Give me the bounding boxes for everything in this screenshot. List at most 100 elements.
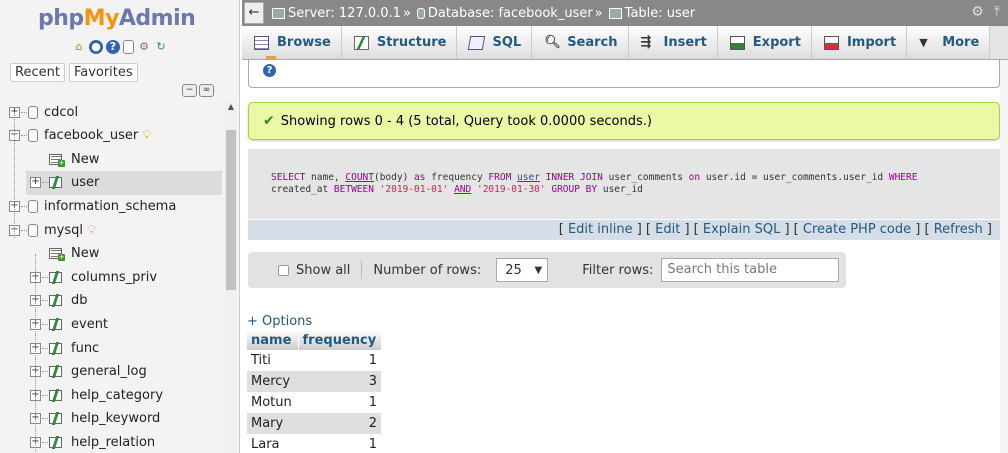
tree-table[interactable]: + db bbox=[30, 289, 88, 313]
tree-table[interactable]: + columns_priv bbox=[30, 265, 157, 289]
box-top-icon bbox=[266, 56, 276, 60]
database-icon bbox=[28, 223, 38, 237]
tree-item-label: New bbox=[71, 151, 100, 167]
show-all-label[interactable]: Show all bbox=[296, 263, 350, 278]
tab-insert-label: Insert bbox=[663, 35, 707, 50]
tab-export[interactable]: Export bbox=[717, 26, 812, 59]
table-row[interactable]: Motun 1 bbox=[247, 392, 381, 413]
gear-icon[interactable]: ⚙ bbox=[971, 4, 984, 20]
cell-name: Lara bbox=[247, 434, 298, 453]
tab-structure[interactable]: Structure bbox=[341, 26, 458, 59]
sql-action-links: [ Edit inline ] [ Edit ] [ Explain SQL ]… bbox=[248, 220, 1000, 240]
table-icon bbox=[49, 341, 65, 355]
table-row[interactable]: Titi 1 bbox=[247, 350, 381, 371]
tab-more[interactable]: ▼ More bbox=[907, 26, 991, 59]
tree-table[interactable]: + user bbox=[26, 170, 222, 195]
scroll-thumb[interactable] bbox=[226, 130, 236, 290]
tree-table[interactable]: + event bbox=[30, 312, 108, 336]
exit-icon[interactable]: ● bbox=[89, 40, 103, 54]
database-icon bbox=[28, 199, 38, 213]
tree-item-label: help_category bbox=[71, 387, 164, 403]
content-scrollbar[interactable] bbox=[1000, 60, 1008, 453]
cell-frequency: 1 bbox=[298, 350, 381, 371]
lightbulb-icon: 💡︎ bbox=[87, 222, 97, 238]
settings-icon[interactable]: ⚙ bbox=[137, 40, 151, 54]
tree-new-item[interactable]: + New bbox=[30, 242, 99, 266]
tree-database[interactable]: + information_schema bbox=[9, 194, 176, 218]
help-icon[interactable]: ? bbox=[106, 40, 120, 54]
tree-item-label: columns_priv bbox=[71, 269, 158, 285]
breadcrumb-server[interactable]: Server: 127.0.0.1 bbox=[268, 6, 401, 21]
tree-item-label: func bbox=[71, 340, 100, 356]
tree-database[interactable]: + cdcol bbox=[9, 100, 78, 124]
results-table: name frequency Titi 1 Mercy 3 Motun 1 Mary 2 Lar… bbox=[247, 330, 382, 453]
show-all-checkbox[interactable] bbox=[278, 264, 289, 276]
explain-sql-link[interactable]: Explain SQL bbox=[703, 222, 780, 237]
success-message: ✔ Showing rows 0 - 4 (5 total, Query too… bbox=[248, 102, 1000, 140]
collapse-up-icon[interactable]: ⤒ bbox=[994, 4, 1000, 20]
rows-label: Number of rows: bbox=[373, 262, 482, 278]
tree-item-label: mysql bbox=[44, 222, 83, 238]
favorites-tab[interactable]: Favorites bbox=[68, 63, 138, 82]
breadcrumb-table[interactable]: Table: user bbox=[605, 6, 695, 21]
table-row[interactable]: Lara 1 bbox=[247, 434, 381, 453]
main-content: ? ✔ Showing rows 0 - 4 (5 total, Query t… bbox=[242, 56, 1008, 453]
home-icon[interactable]: ⌂ bbox=[72, 40, 86, 54]
create-php-code-link[interactable]: Create PHP code bbox=[803, 222, 911, 237]
collapse-nav-button[interactable]: ← bbox=[244, 2, 264, 24]
table-header-row: name frequency bbox=[247, 330, 382, 350]
browse-icon bbox=[254, 35, 269, 50]
chevron-down-icon: ▼ bbox=[534, 264, 543, 276]
link-with-main-button[interactable]: ∞ bbox=[199, 84, 214, 97]
breadcrumb-server-label: Server: 127.0.0.1 bbox=[288, 5, 401, 21]
options-link[interactable]: + Options bbox=[247, 314, 312, 329]
tree-connector bbox=[21, 229, 27, 231]
tree-table[interactable]: + help_keyword bbox=[30, 407, 160, 431]
cell-frequency: 3 bbox=[298, 371, 381, 392]
nav-scrollbar[interactable]: ▲ bbox=[225, 100, 237, 453]
edit-link[interactable]: Edit bbox=[655, 222, 680, 237]
logo-my: My bbox=[83, 6, 120, 31]
reload-icon[interactable]: ↻ bbox=[154, 40, 168, 54]
tab-browse[interactable]: Browse bbox=[242, 26, 342, 59]
tab-sql[interactable]: SQL bbox=[457, 26, 533, 59]
rows-select[interactable]: 25 ▼ bbox=[496, 258, 549, 282]
table-icon bbox=[49, 270, 65, 284]
tree-table[interactable]: + help_relation bbox=[30, 430, 155, 453]
tree-table[interactable]: + help_category bbox=[30, 383, 163, 407]
tree-item-label: cdcol bbox=[44, 104, 79, 120]
tree-new-item[interactable]: + New bbox=[30, 147, 99, 171]
navigation-panel: phpMyAdmin ⌂ ● ? ⚙ ↻ Recent Favorites − … bbox=[0, 0, 240, 453]
edit-inline-link[interactable]: Edit inline bbox=[568, 222, 633, 237]
expand-icon[interactable]: + bbox=[30, 177, 41, 189]
docs-icon[interactable] bbox=[123, 40, 134, 54]
tab-search[interactable]: 🔍︎ Search bbox=[532, 26, 629, 59]
phpmyadmin-logo[interactable]: phpMyAdmin bbox=[38, 6, 196, 31]
tree-table[interactable]: + func bbox=[30, 336, 99, 360]
nav-tabs: Recent Favorites bbox=[10, 63, 138, 82]
refresh-link[interactable]: Refresh bbox=[934, 222, 983, 237]
recent-tab[interactable]: Recent bbox=[10, 63, 65, 82]
tree-database[interactable]: − facebook_user 💡︎ bbox=[9, 124, 151, 148]
sql-query[interactable]: SELECT name, COUNT(body) as frequency FR… bbox=[271, 172, 971, 196]
scroll-up-icon[interactable]: ▲ bbox=[225, 102, 237, 111]
tab-export-label: Export bbox=[752, 35, 801, 50]
tree-table[interactable]: + general_log bbox=[30, 360, 147, 384]
tree-item-label: help_relation bbox=[71, 434, 156, 450]
column-header-frequency[interactable]: frequency bbox=[298, 330, 382, 350]
cell-frequency: 1 bbox=[298, 392, 381, 413]
tab-insert[interactable]: ⇶ Insert bbox=[628, 26, 718, 59]
column-header-name[interactable]: name bbox=[247, 330, 299, 350]
search-icon: 🔍︎ bbox=[544, 34, 561, 50]
tab-import[interactable]: Import bbox=[811, 26, 908, 59]
tree-database[interactable]: − mysql 💡︎ bbox=[9, 218, 96, 242]
table-row[interactable]: Mercy 3 bbox=[247, 371, 381, 392]
breadcrumb-database[interactable]: Database: facebook_user bbox=[413, 6, 593, 21]
tab-more-label: More bbox=[942, 35, 980, 50]
collapse-all-button[interactable]: − bbox=[182, 84, 197, 97]
breadcrumb-database-label: Database: facebook_user bbox=[427, 5, 593, 21]
divider bbox=[361, 261, 363, 279]
table-row[interactable]: Mary 2 bbox=[247, 413, 381, 434]
filter-input[interactable]: Search this table bbox=[661, 258, 840, 282]
help-icon[interactable]: ? bbox=[263, 64, 276, 77]
